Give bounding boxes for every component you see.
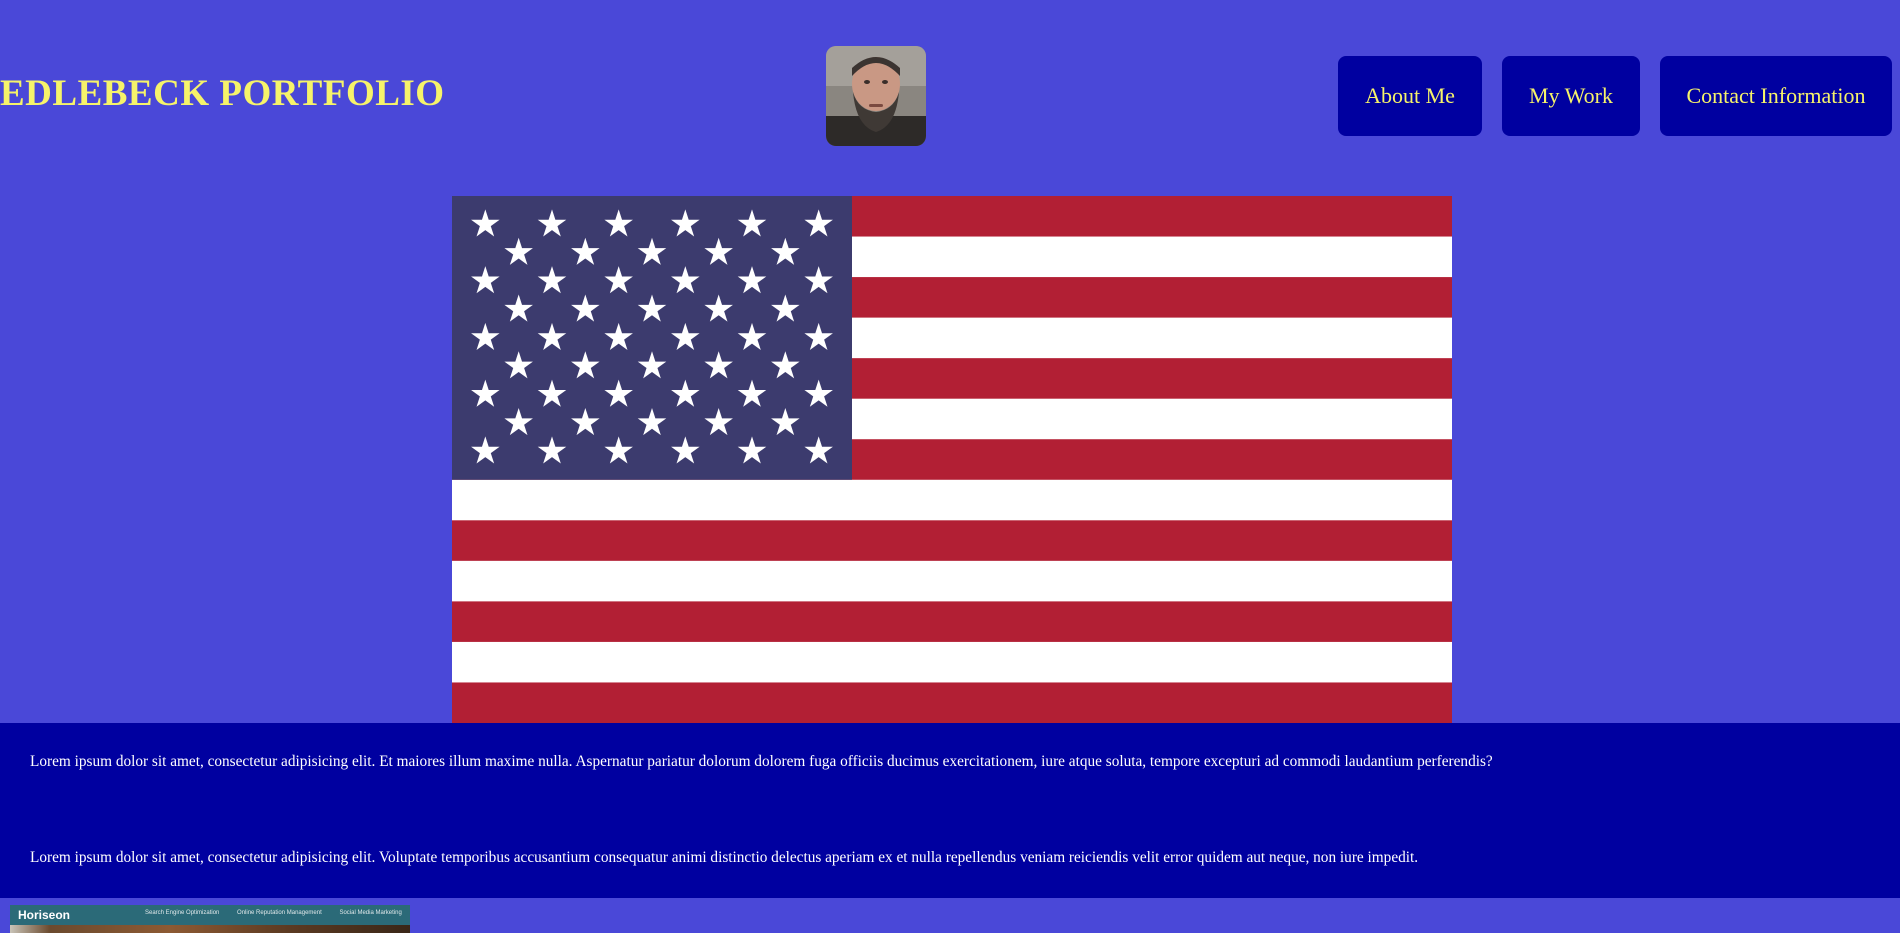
thumbnail-link: Social Media Marketing [339, 910, 402, 916]
thumbnail-brand: Horiseon [18, 908, 71, 922]
flag-stripe [452, 560, 1452, 602]
flag-stripe [452, 520, 1452, 562]
thumbnail-link: Search Engine Optimization [145, 910, 220, 916]
flag-stripe [452, 601, 1452, 643]
flag-stripe [452, 479, 1452, 521]
site-header: EDLEBECK PORTFOLIO About Me My Work Cont… [0, 0, 1900, 192]
work-thumbnail-horiseon[interactable]: Horiseon Search Engine Optimization Onli… [10, 905, 410, 933]
us-flag-svg [452, 196, 1452, 723]
hero-flag-image [452, 196, 1452, 723]
thumbnail-link: Online Reputation Management [237, 910, 322, 916]
avatar [826, 46, 926, 146]
avatar-photo [826, 46, 926, 146]
nav-my-work-button[interactable]: My Work [1502, 56, 1640, 136]
thumbnail-header-bar: Horiseon Search Engine Optimization Onli… [10, 905, 410, 925]
site-title: EDLEBECK PORTFOLIO [0, 73, 445, 114]
nav-about-me-button[interactable]: About Me [1338, 56, 1482, 136]
flag-stripe [452, 682, 1452, 723]
nav-contact-information-button[interactable]: Contact Information [1660, 56, 1892, 136]
about-paragraph-1: Lorem ipsum dolor sit amet, consectetur … [30, 753, 1493, 770]
flag-stripe [452, 641, 1452, 683]
about-section [0, 723, 1900, 898]
thumbnail-nav-links: Search Engine Optimization Online Reputa… [145, 910, 410, 916]
about-paragraph-2: Lorem ipsum dolor sit amet, consectetur … [30, 849, 1419, 866]
thumbnail-hero-image [10, 925, 410, 933]
